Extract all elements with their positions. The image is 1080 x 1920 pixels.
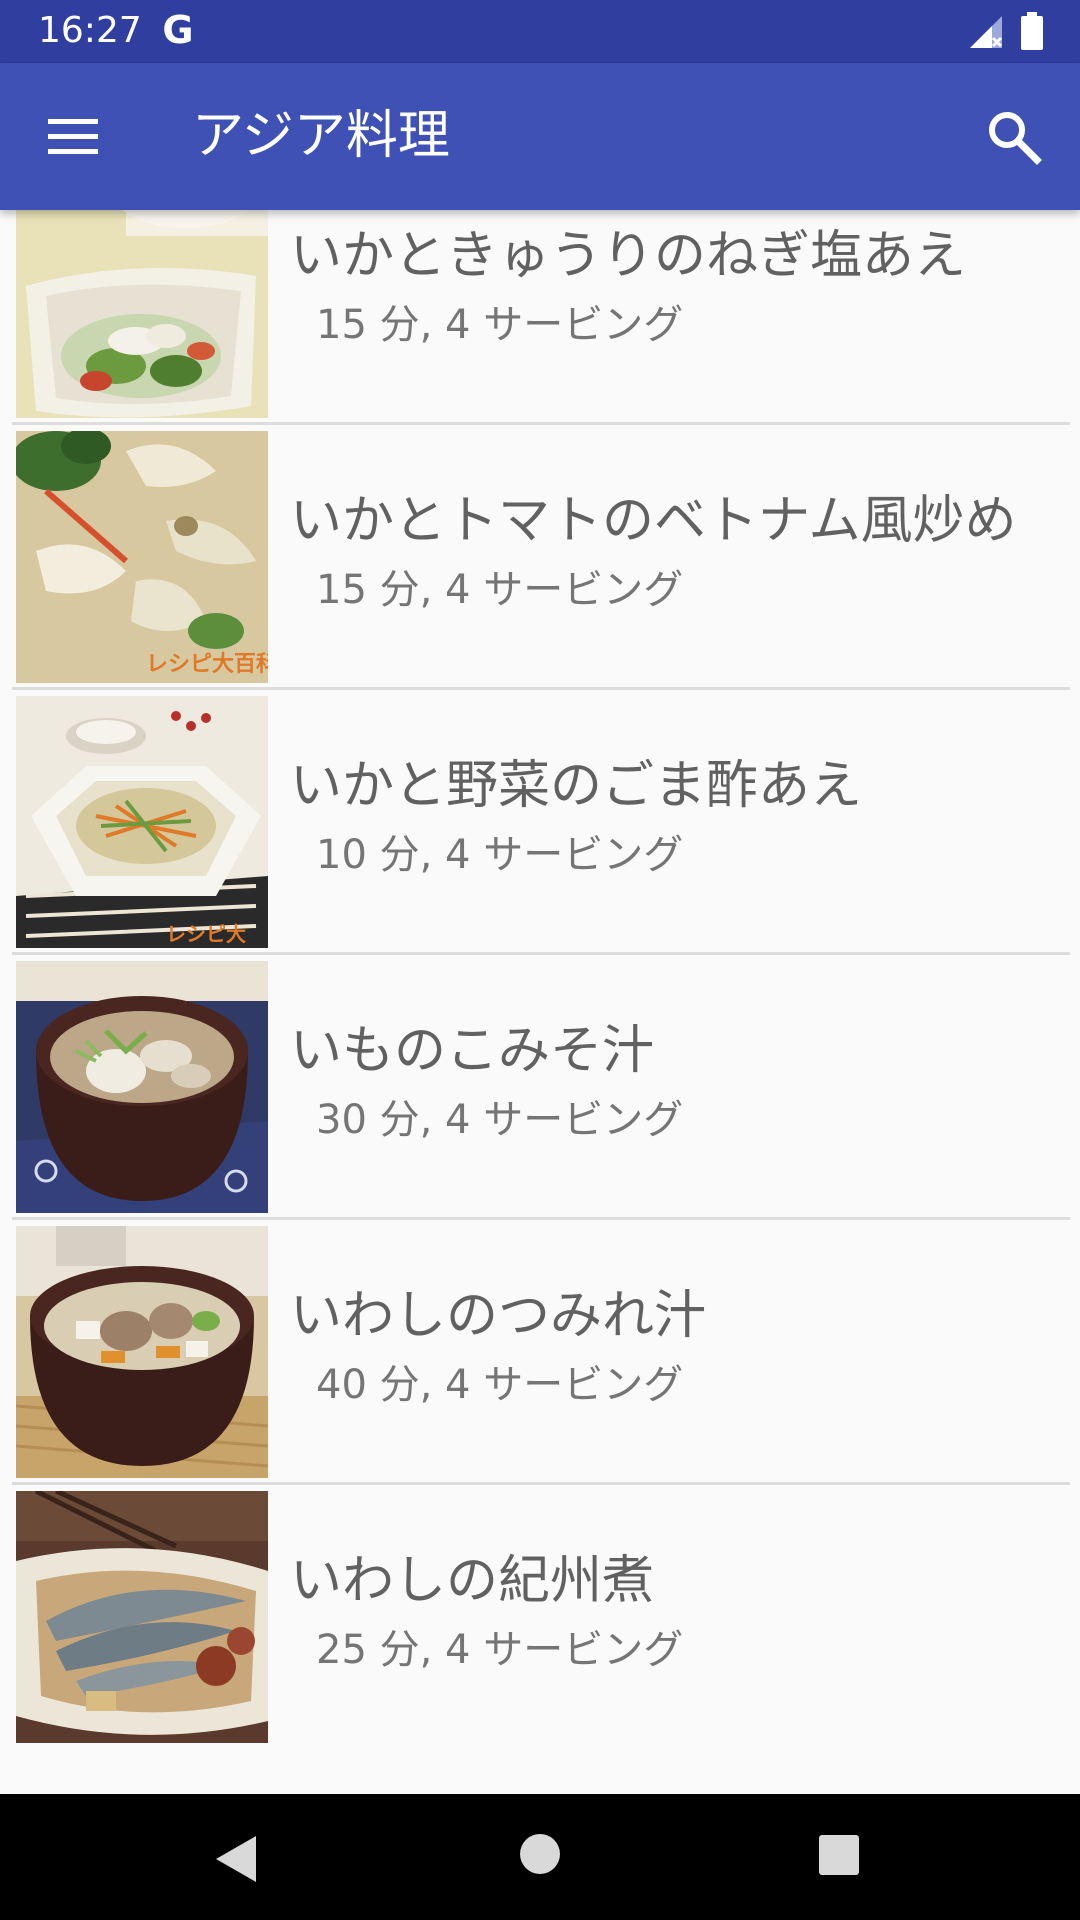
recipe-thumbnail bbox=[16, 961, 268, 1213]
recipe-subtitle: 10 分, 4 サービング bbox=[316, 832, 684, 878]
search-icon[interactable] bbox=[976, 99, 1052, 175]
recipe-thumbnail: レシピ大百科 bbox=[16, 431, 268, 683]
recipe-title: いわしのつみれ汁 bbox=[290, 1286, 707, 1346]
squid-cucumber-salad-image bbox=[16, 210, 268, 418]
status-bar: 16:27 G bbox=[0, 0, 1080, 63]
simmered-sardines-image bbox=[16, 1491, 268, 1743]
google-icon: G bbox=[162, 10, 193, 50]
squid-tomato-stirfry-image: レシピ大百科 bbox=[16, 431, 268, 683]
recipe-subtitle: 25 分, 4 サービング bbox=[316, 1627, 684, 1673]
battery-icon bbox=[1021, 12, 1043, 50]
menu-icon[interactable] bbox=[34, 99, 110, 175]
recipe-row[interactable]: いものこみそ汁 30 分, 4 サービング bbox=[0, 955, 1080, 1220]
navigation-bar bbox=[0, 1794, 1080, 1920]
taro-miso-soup-image bbox=[16, 961, 268, 1213]
recipe-subtitle: 30 分, 4 サービング bbox=[316, 1097, 684, 1143]
svg-text:レシピ大: レシピ大 bbox=[166, 922, 246, 946]
recipe-thumbnail bbox=[16, 1226, 268, 1478]
status-time: 16:27 bbox=[38, 10, 142, 51]
app-bar: アジア料理 bbox=[0, 63, 1080, 210]
recipe-row[interactable]: レシピ大百科 いかとトマトのベトナム風炒め 15 分, 4 サービング bbox=[0, 425, 1080, 690]
signal-icon bbox=[970, 16, 1003, 48]
recents-icon[interactable] bbox=[818, 1834, 860, 1876]
recipe-title: いかと野菜のごま酢あえ bbox=[290, 756, 863, 816]
svg-text:G: G bbox=[162, 10, 193, 50]
recipe-subtitle: 40 分, 4 サービング bbox=[316, 1362, 684, 1408]
recipe-list[interactable]: いかときゅうりのねぎ塩あえ 15 分, 4 サービング レシピ大百科 いかとトマ… bbox=[0, 210, 1080, 1794]
recipe-row[interactable]: いわしのつみれ汁 40 分, 4 サービング bbox=[0, 1220, 1080, 1485]
recipe-title: いものこみそ汁 bbox=[290, 1021, 655, 1081]
recipe-row[interactable]: レシピ大 いかと野菜のごま酢あえ 10 分, 4 サービング bbox=[0, 690, 1080, 955]
recipe-title: いわしの紀州煮 bbox=[290, 1551, 655, 1611]
recipe-row[interactable]: いわしの紀州煮 25 分, 4 サービング bbox=[0, 1485, 1080, 1750]
recipe-title: いかとトマトのベトナム風炒め bbox=[290, 491, 1017, 551]
recipe-subtitle: 15 分, 4 サービング bbox=[316, 302, 684, 348]
recipe-thumbnail bbox=[16, 1491, 268, 1743]
back-icon[interactable] bbox=[212, 1834, 260, 1884]
page-title: アジア料理 bbox=[192, 106, 450, 166]
recipe-thumbnail: レシピ大 bbox=[16, 696, 268, 948]
sardine-dumpling-soup-image bbox=[16, 1226, 268, 1478]
squid-vegetable-sesame-image: レシピ大 bbox=[16, 696, 268, 948]
home-icon[interactable] bbox=[518, 1832, 562, 1876]
recipe-title: いかときゅうりのねぎ塩あえ bbox=[290, 226, 967, 286]
recipe-subtitle: 15 分, 4 サービング bbox=[316, 567, 684, 613]
recipe-row[interactable]: いかときゅうりのねぎ塩あえ 15 分, 4 サービング bbox=[0, 210, 1080, 425]
svg-text:レシピ大百科: レシピ大百科 bbox=[146, 652, 268, 677]
recipe-thumbnail bbox=[16, 210, 268, 418]
